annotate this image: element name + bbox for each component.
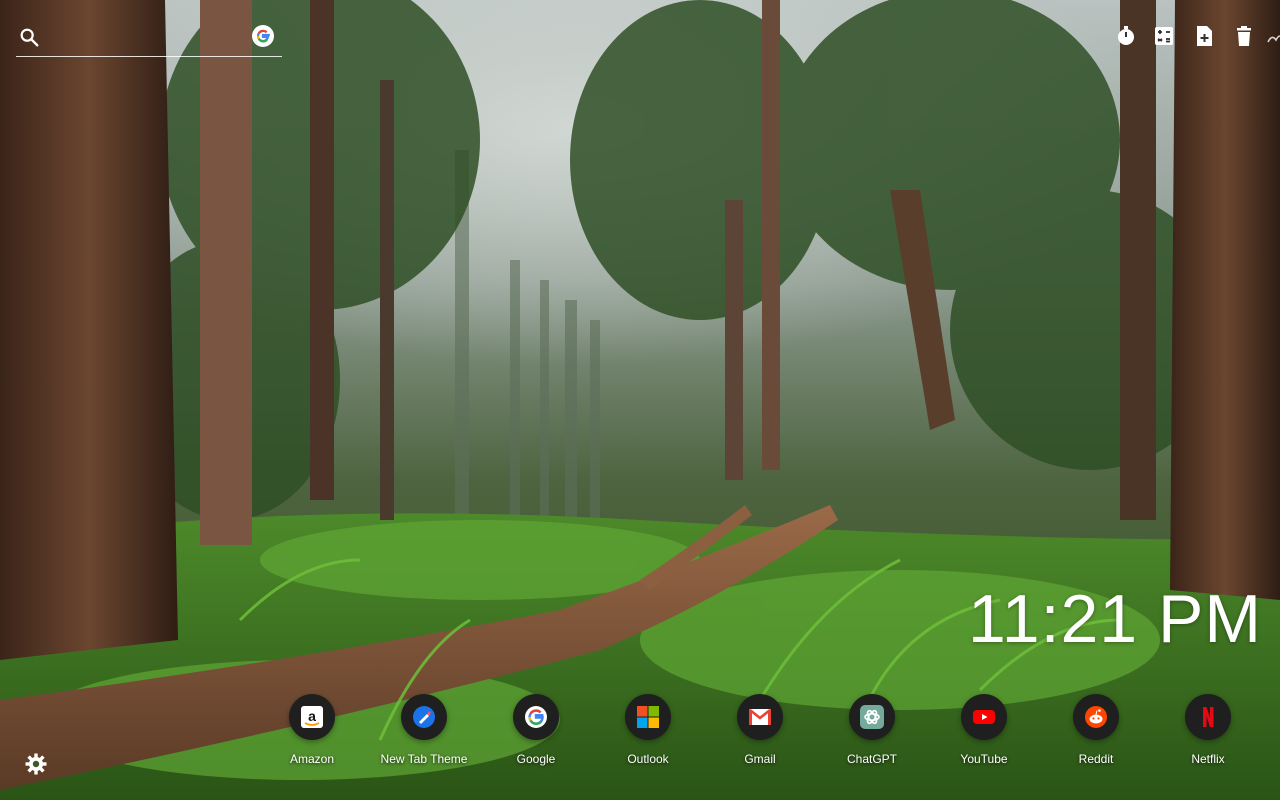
shortcut-outlook[interactable]: Outlook [592, 694, 704, 778]
shortcut-new-tab-theme[interactable]: New Tab Theme [368, 694, 480, 778]
shortcut-amazon[interactable]: a Amazon [256, 694, 368, 778]
toolbar [1100, 24, 1280, 50]
logo-icon [1267, 35, 1280, 43]
search-input[interactable] [50, 24, 254, 52]
trash-icon[interactable] [1232, 24, 1256, 48]
shortcut-google[interactable]: Google [480, 694, 592, 778]
shortcut-label: Outlook [627, 752, 669, 766]
gear-icon[interactable] [24, 752, 48, 776]
netflix-icon [1203, 707, 1214, 727]
shortcut-label: Gmail [744, 752, 776, 766]
add-note-icon[interactable] [1192, 24, 1216, 48]
shortcut-icon-circle: a [289, 694, 335, 740]
shortcut-label: Reddit [1078, 752, 1114, 766]
shortcut-label: ChatGPT [846, 752, 897, 766]
shortcut-label: YouTube [960, 752, 1008, 766]
shortcut-icon-circle [1073, 694, 1119, 740]
shortcut-label: Amazon [289, 752, 335, 766]
shortcut-label: Google [516, 752, 556, 766]
shortcut-icon-circle [1185, 694, 1231, 740]
shortcuts-dock: a Amazon New Tab Theme Google Outlook Gm… [256, 694, 1264, 778]
search-icon[interactable] [18, 26, 40, 48]
shortcut-label: Netflix [1191, 752, 1225, 766]
new-tab-theme-icon [413, 706, 435, 728]
svg-text:a: a [308, 708, 316, 724]
search-engine-button[interactable] [252, 25, 274, 47]
shortcut-icon-circle [737, 694, 783, 740]
google-icon [256, 29, 270, 43]
shortcut-reddit[interactable]: Reddit [1040, 694, 1152, 778]
youtube-icon [973, 710, 995, 724]
google-icon [525, 706, 547, 728]
shortcut-label: New Tab Theme [380, 752, 468, 766]
shortcut-icon-circle [625, 694, 671, 740]
clock: 11:21 PM [967, 581, 1262, 657]
shortcut-chatgpt[interactable]: ChatGPT [816, 694, 928, 778]
shortcut-gmail[interactable]: Gmail [704, 694, 816, 778]
calculator-icon[interactable] [1152, 24, 1176, 48]
shortcut-icon-circle [961, 694, 1007, 740]
shortcut-youtube[interactable]: YouTube [928, 694, 1040, 778]
chatgpt-icon [860, 705, 884, 729]
shortcut-netflix[interactable]: Netflix [1152, 694, 1264, 778]
reddit-icon [1085, 706, 1107, 728]
forest-background [0, 0, 1280, 800]
gmail-icon [749, 708, 771, 725]
shortcut-icon-circle [849, 694, 895, 740]
shortcut-icon-circle [513, 694, 559, 740]
amazon-icon: a [301, 706, 323, 728]
timer-icon[interactable] [1114, 24, 1138, 48]
outlook-icon [637, 706, 659, 728]
shortcut-icon-circle [401, 694, 447, 740]
search-bar [16, 20, 282, 57]
